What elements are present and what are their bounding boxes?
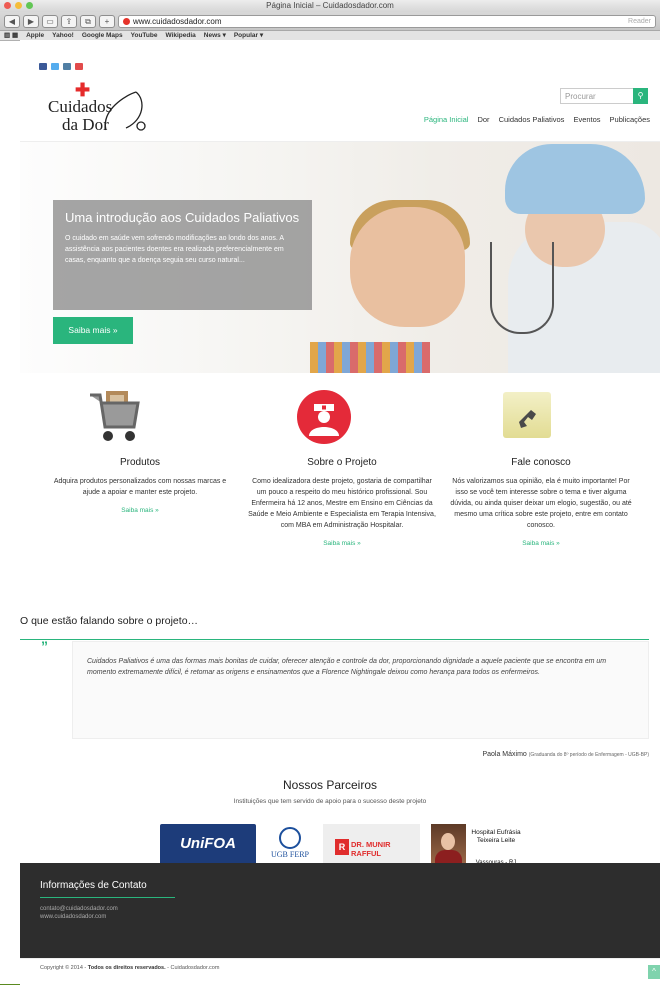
nav-item-eventos[interactable]: Eventos (573, 115, 600, 124)
feature-more-link[interactable]: Saiba mais » (247, 540, 437, 547)
copyright-bar: Copyright © 2014 - Todos os direitos res… (20, 958, 660, 985)
browser-toolbar: ◀ ▶ ▭ ⇪ ⧉ + www.cuidadosdador.com Reader (0, 12, 660, 31)
testimonials-title: O que estão falando sobre o projeto… (20, 615, 199, 627)
sidebar-icon[interactable]: ▭ (42, 14, 58, 28)
bookmark-item[interactable]: Apple (26, 31, 44, 40)
bookmark-item[interactable]: News ▾ (204, 31, 226, 40)
bookmark-item[interactable]: Wikipedia (165, 31, 195, 40)
search-input[interactable]: Procurar (560, 88, 634, 104)
nurse-icon (297, 390, 351, 444)
search-icon[interactable]: ⚲ (633, 88, 648, 104)
bookmark-item[interactable]: Popular ▾ (234, 31, 263, 40)
copyright-suffix: - Cuidadosdador.com (165, 965, 220, 971)
add-tab-icon[interactable]: + (99, 14, 115, 28)
bookmark-item[interactable]: YouTube (131, 31, 158, 40)
footer-site[interactable]: www.cuidadosdador.com (40, 914, 106, 920)
ugb-emblem-icon (279, 827, 301, 849)
hero-slider: Uma introdução aos Cuidados Paliativos O… (20, 142, 660, 373)
partners-subtitle: Instituições que tem servido de apoio pa… (233, 798, 427, 805)
web-page: ✚ Cuidados da Dor Procurar ⚲ Página Inic… (20, 40, 660, 984)
site-logo[interactable]: ✚ Cuidados da Dor (48, 80, 148, 134)
feature-title: Fale conosco (511, 457, 571, 468)
reader-button[interactable]: Reader (628, 16, 655, 27)
ugb-logo-text: UGB FERP (270, 850, 309, 859)
munir-logo-text: DR. MUNIR RAFFUL (351, 840, 391, 858)
back-icon[interactable]: ◀ (4, 14, 20, 28)
nav-item-dor[interactable]: Dor (477, 115, 489, 124)
author-note: (Graduanda do 8º período de Enfermagem -… (528, 752, 649, 758)
feature-more-link[interactable]: Saiba mais » (446, 540, 636, 547)
stethoscope-icon (104, 91, 146, 131)
close-icon[interactable] (4, 2, 11, 9)
hero-image-child-shirt (310, 342, 430, 373)
portrait-face (441, 833, 455, 850)
testimonial-author: Paola Máximo (Graduanda do 8º período de… (482, 751, 649, 758)
window-title: Página Inicial – Cuidadosdador.com (266, 1, 394, 10)
feature-text: Nós valorizamos sua opinião, ela é muito… (450, 478, 632, 529)
hero-image-doctor-cap (505, 144, 645, 214)
shopping-cart-icon (90, 391, 140, 441)
scroll-top-icon[interactable]: ^ (648, 965, 660, 979)
copyright-prefix: Copyright © 2014 - (40, 965, 88, 971)
copyright-text: Copyright © 2014 - Todos os direitos res… (40, 965, 219, 971)
phone-icon (503, 392, 551, 438)
address-text: www.cuidadosdador.com (133, 16, 222, 26)
red-cross-icon: ✚ (75, 80, 91, 100)
instagram-icon[interactable] (63, 63, 71, 70)
minimize-icon[interactable] (15, 2, 22, 9)
copyright-bold: Todos os direitos reservados. (87, 965, 166, 971)
window-controls (4, 2, 33, 9)
share-icon[interactable]: ⇪ (61, 14, 77, 28)
forward-icon[interactable]: ▶ (23, 14, 39, 28)
maximize-icon[interactable] (26, 2, 33, 9)
munir-emblem-icon: R (335, 839, 349, 855)
nav-item-home[interactable]: Página Inicial (424, 115, 469, 124)
feature-title: Produtos (119, 457, 161, 468)
main-nav: Página Inicial Dor Cuidados Paliativos E… (424, 115, 650, 124)
feature-title: Sobre o Projeto (307, 457, 377, 468)
testimonial-quote: Cuidados Paliativos é uma das formas mai… (72, 641, 649, 739)
twitter-icon[interactable] (51, 63, 59, 70)
partners-title: Nossos Parceiros (282, 778, 378, 792)
footer: Informações de Contato contato@cuidadosd… (20, 863, 660, 958)
facebook-icon[interactable] (39, 63, 47, 70)
footer-divider (40, 897, 175, 898)
social-links (39, 63, 83, 70)
site-favicon-icon (123, 17, 130, 25)
footer-title: Informações de Contato (40, 880, 147, 891)
feature-contato: Fale conosco Nós valorizamos sua opinião… (446, 457, 636, 547)
bookmark-icon[interactable]: ⧉ (80, 14, 96, 28)
feature-sobre: Sobre o Projeto Como idealizadora deste … (247, 457, 437, 547)
author-name: Paola Máximo (482, 751, 527, 758)
hero-more-button[interactable]: Saiba mais » (53, 317, 133, 344)
feature-text: Adquira produtos personalizados com noss… (53, 478, 227, 496)
email-icon[interactable] (75, 63, 83, 70)
hero-caption: Uma introdução aos Cuidados Paliativos O… (53, 200, 312, 310)
nav-item-cuidados[interactable]: Cuidados Paliativos (499, 115, 565, 124)
feature-text: Como idealizadora deste projeto, gostari… (248, 478, 436, 529)
bookmark-item[interactable]: Google Maps (82, 31, 123, 40)
footer-email[interactable]: contato@cuidadosdador.com (40, 906, 118, 912)
feature-produtos: Produtos Adquira produtos personalizados… (45, 457, 235, 514)
hero-image-stethoscope (490, 242, 554, 334)
hero-title: Uma introdução aos Cuidados Paliativos (65, 210, 300, 225)
hero-image-child (350, 207, 465, 327)
testimonials-divider (20, 639, 649, 640)
bookmark-item[interactable]: Yahoo! (52, 31, 74, 40)
nav-item-publicacoes[interactable]: Publicações (610, 115, 650, 124)
address-bar[interactable]: www.cuidadosdador.com Reader (118, 14, 656, 28)
feature-more-link[interactable]: Saiba mais » (45, 507, 235, 514)
hero-text: O cuidado em saúde vem sofrendo modifica… (65, 235, 284, 264)
partner-hospital-name[interactable]: Hospital Eufrásia Teixeira Leite (466, 829, 526, 845)
bookmarks-grid-icon[interactable]: ▥ ▦ (4, 31, 18, 40)
title-bar: Página Inicial – Cuidadosdador.com (0, 0, 660, 12)
quote-icon: ” (41, 638, 48, 654)
